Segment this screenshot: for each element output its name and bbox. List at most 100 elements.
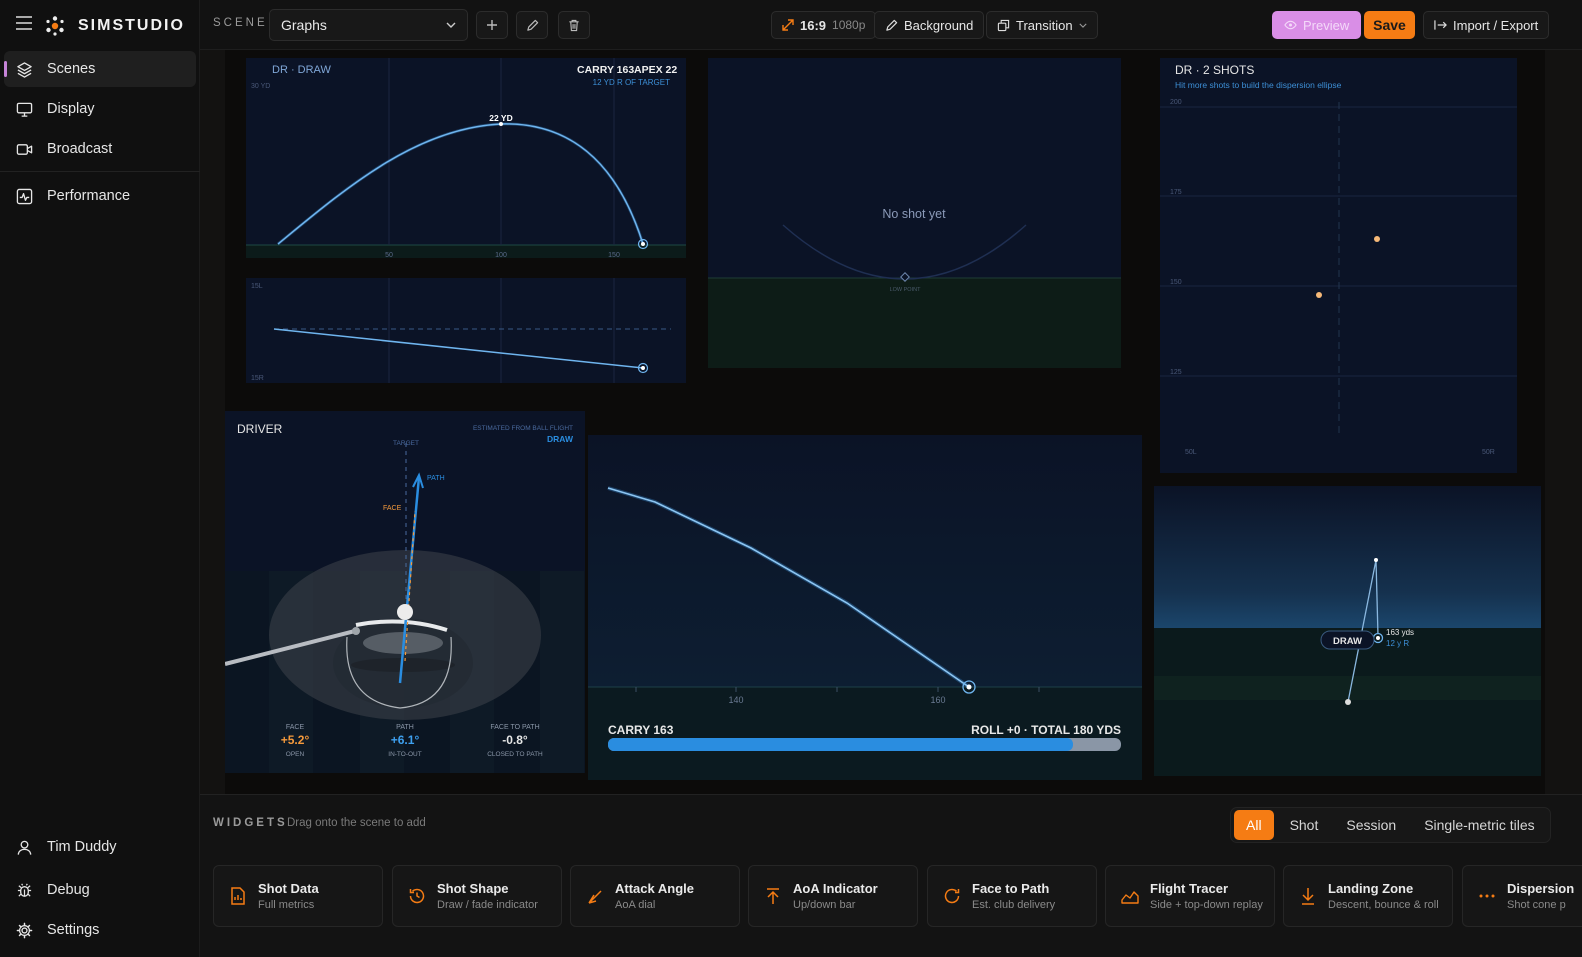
scene-select[interactable]: Graphs <box>269 9 468 41</box>
descent-x-tick: 140 <box>728 695 743 705</box>
dispersion-x-left: 50L <box>1185 449 1197 456</box>
face-to-path-widget[interactable]: DRIVER ESTIMATED FROM BALL FLIGHT DRAW T… <box>225 411 585 773</box>
sidebar: SIMSTUDIO Scenes Display Broadcast Perfo… <box>0 0 200 957</box>
pencil-icon <box>526 19 538 31</box>
user-icon <box>17 840 32 855</box>
widget-card-face-to-path[interactable]: Face to Path Est. club delivery <box>927 865 1097 927</box>
widget-subtitle: Side + top-down replay <box>1150 899 1263 911</box>
arrow-down-icon <box>1302 888 1314 905</box>
trajectory-y-tick: 30 YD <box>251 83 270 90</box>
dispersion-y-tick: 175 <box>1170 189 1182 196</box>
trajectory-x-tick: 50 <box>385 252 393 259</box>
club-delivery-graphic: DRIVER ESTIMATED FROM BALL FLIGHT DRAW T… <box>225 411 585 773</box>
preview-button[interactable]: Preview <box>1272 11 1362 39</box>
import-export-button[interactable]: Import / Export <box>1423 11 1550 39</box>
pulse-chart-icon <box>16 188 33 204</box>
sidebar-item-settings[interactable]: Settings <box>4 912 196 948</box>
path-label: PATH <box>427 475 445 482</box>
sidebar-item-label: Debug <box>47 882 90 898</box>
widget-card-shot-shape[interactable]: Shot Shape Draw / fade indicator <box>392 865 562 927</box>
aspect-ratio-button[interactable]: 16:9 1080p <box>771 11 877 39</box>
sidebar-item-broadcast[interactable]: Broadcast <box>4 131 196 167</box>
trajectory-apex: APEX 22 <box>634 64 677 76</box>
delete-scene-button[interactable] <box>558 11 590 39</box>
top-toolbar: SCENE Graphs 16:9 1080p Background Trans… <box>200 0 1582 50</box>
transition-label: Transition <box>1016 17 1073 33</box>
descent-summary: ROLL +0 · TOTAL 180 YDS <box>971 723 1121 737</box>
widget-card-flight-tracer[interactable]: Flight Tracer Side + top-down replay <box>1105 865 1275 927</box>
descent-widget[interactable]: 140 160 CARRY 163 ROLL +0 · TOTAL 180 YD… <box>588 435 1142 780</box>
angle-icon <box>588 890 602 904</box>
eye-icon <box>1284 20 1297 30</box>
save-label: Save <box>1373 17 1406 33</box>
path-metric-label: PATH <box>396 724 414 731</box>
trajectory-x-tick: 100 <box>495 252 507 259</box>
sidebar-item-scenes[interactable]: Scenes <box>4 51 196 87</box>
scene-label: SCENE <box>213 17 268 29</box>
logo-icon <box>46 16 64 36</box>
widgets-heading: WIDGETS <box>213 817 288 829</box>
trajectory-title: DR · DRAW <box>272 64 331 76</box>
add-scene-button[interactable] <box>476 11 508 39</box>
transition-button[interactable]: Transition <box>986 11 1098 39</box>
save-button[interactable]: Save <box>1364 11 1415 39</box>
trajectory-offline: 12 YD R OF TARGET <box>593 78 670 87</box>
brand-logo[interactable]: SIMSTUDIO <box>44 14 185 38</box>
brand-name: SIMSTUDIO <box>78 17 185 34</box>
driver-title: DRIVER <box>237 422 283 436</box>
background-button[interactable]: Background <box>874 11 985 39</box>
filter-tab-single-metric[interactable]: Single-metric tiles <box>1412 810 1546 840</box>
low-point-chart: No shot yet LOW POINT <box>708 58 1121 368</box>
sidebar-item-performance[interactable]: Performance <box>4 178 196 214</box>
hamburger-menu-icon[interactable] <box>16 16 32 35</box>
dispersion-x-right: 50R <box>1482 449 1495 456</box>
trash-icon <box>569 19 579 31</box>
trajectory-carry: CARRY 163 <box>577 64 634 76</box>
widget-card-aoa-indicator[interactable]: AoA Indicator Up/down bar <box>748 865 918 927</box>
sidebar-item-user[interactable]: Tim Duddy <box>4 829 196 865</box>
descent-chart: 140 160 CARRY 163 ROLL +0 · TOTAL 180 YD… <box>588 435 1142 780</box>
sidebar-item-label: Broadcast <box>47 141 113 157</box>
import-export-label: Import / Export <box>1453 17 1539 33</box>
filter-tab-session[interactable]: Session <box>1334 810 1408 840</box>
trajectory-widget[interactable]: DR · DRAW CARRY 163 APEX 22 12 YD R OF T… <box>246 58 686 383</box>
landing-offline: 12 y R <box>1386 639 1409 648</box>
bug-icon <box>17 883 32 897</box>
dispersion-hint: Hit more shots to build the dispersion e… <box>1175 80 1342 90</box>
preview-label: Preview <box>1303 17 1350 33</box>
low-point-widget[interactable]: No shot yet LOW POINT <box>708 58 1121 368</box>
no-shot-message: No shot yet <box>882 207 946 221</box>
scene-canvas: DR · DRAW CARRY 163 APEX 22 12 YD R OF T… <box>200 50 1582 794</box>
face-metric-label: FACE <box>286 724 305 731</box>
widget-title: Shot Data <box>258 881 319 896</box>
monitor-icon <box>16 102 33 117</box>
trajectory-x-tick: 150 <box>608 252 620 259</box>
widget-subtitle: Up/down bar <box>793 899 856 911</box>
filter-tab-all[interactable]: All <box>1234 810 1274 840</box>
gear-icon <box>16 922 33 938</box>
widget-card-landing-zone[interactable]: Landing Zone Descent, bounce & roll <box>1283 865 1453 927</box>
area-chart-icon <box>1121 891 1139 904</box>
filter-tab-shot[interactable]: Shot <box>1278 810 1331 840</box>
widget-card-dispersion[interactable]: Dispersion Shot cone p <box>1462 865 1582 927</box>
trajectory-apex-label: 22 YD <box>489 113 512 123</box>
sidebar-item-display[interactable]: Display <box>4 91 196 127</box>
dispersion-y-tick: 200 <box>1170 99 1182 106</box>
import-export-icon <box>1434 20 1447 30</box>
widget-card-shot-data[interactable]: Shot Data Full metrics <box>213 865 383 927</box>
dispersion-widget[interactable]: DR · 2 SHOTS Hit more shots to build the… <box>1160 58 1517 473</box>
history-icon <box>409 888 425 904</box>
background-label: Background <box>904 17 974 33</box>
topview-right-tick: 15R <box>251 375 264 382</box>
sidebar-item-debug[interactable]: Debug <box>4 872 196 908</box>
widget-title: Flight Tracer <box>1150 881 1229 896</box>
scene-select-value: Graphs <box>281 17 327 33</box>
draw-badge-label: DRAW <box>1333 636 1362 647</box>
carry-bar-fill <box>608 738 1073 751</box>
brush-icon <box>886 19 898 31</box>
rename-scene-button[interactable] <box>516 11 548 39</box>
landing-zone-widget[interactable]: DRAW 163 yds 12 y R <box>1154 486 1541 776</box>
widget-card-attack-angle[interactable]: Attack Angle AoA dial <box>570 865 740 927</box>
dispersion-title: DR · 2 SHOTS <box>1175 63 1254 77</box>
widget-title: Landing Zone <box>1328 881 1414 896</box>
